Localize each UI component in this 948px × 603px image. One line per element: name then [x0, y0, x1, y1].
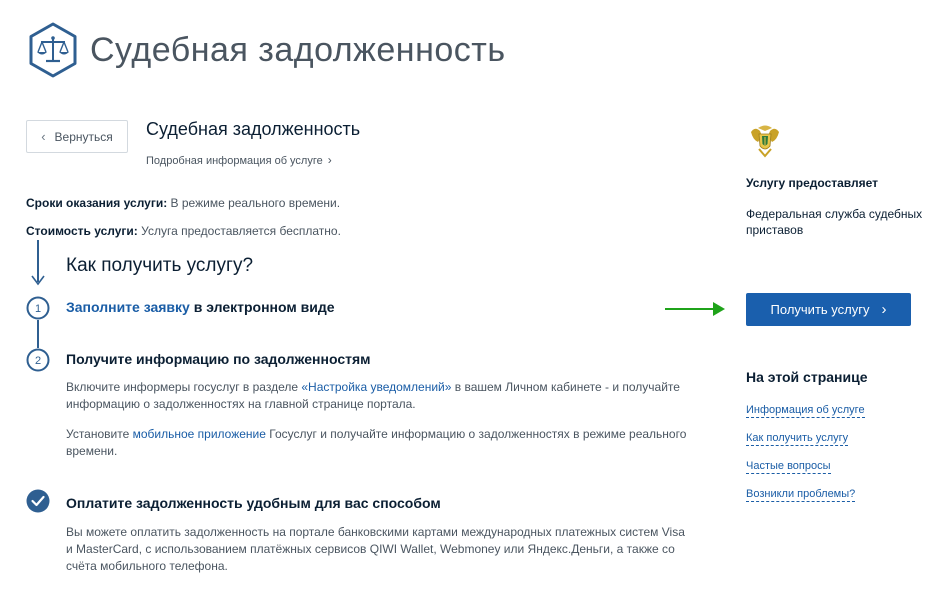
on-page-title: На этой странице	[746, 369, 868, 385]
step-3-title: Оплатите задолженность удобным для вас с…	[66, 495, 441, 511]
provider-name: Федеральная служба судебных приставов	[746, 207, 923, 237]
step-3-line2: и MasterCard, с использованием платёжных…	[66, 542, 675, 556]
back-button-label: Вернуться	[54, 129, 113, 144]
on-page-link-faq[interactable]: Частые вопросы	[746, 460, 831, 474]
step-2-p1-line2: информацию о задолженностях на главной с…	[66, 397, 416, 411]
notification-settings-link[interactable]: «Настройка уведомлений»	[301, 380, 451, 394]
chevron-right-icon: ›	[881, 301, 887, 318]
step-1-title-rest: в электронном виде	[189, 299, 335, 315]
arrow-right-icon	[665, 302, 725, 316]
on-page-link-problems[interactable]: Возникли проблемы?	[746, 488, 856, 502]
step-3-paragraph: Вы можете оплатить задолженность на порт…	[66, 524, 696, 575]
on-page-link-info[interactable]: Информация об услуге	[746, 404, 865, 418]
scales-icon	[29, 22, 77, 78]
chevron-right-icon: ›	[327, 153, 332, 167]
step-3-line1: Вы можете оплатить задолженность на порт…	[66, 525, 685, 539]
back-button[interactable]: ‹ Вернуться	[26, 120, 128, 153]
fssp-emblem-icon	[751, 125, 779, 158]
get-service-label: Получить услугу	[770, 302, 870, 317]
fill-application-link[interactable]: Заполните заявку	[66, 299, 190, 315]
check-icon	[26, 489, 50, 513]
step-2-marker: 2	[26, 348, 50, 372]
get-service-button[interactable]: Получить услугу ›	[746, 293, 911, 326]
step-2-p1-text: Включите информеры госуслуг в разделе	[66, 380, 302, 394]
service-cost-label: Стоимость услуги:	[26, 224, 138, 238]
steps-timeline: 1 2	[26, 240, 50, 513]
step-1-number: 1	[35, 303, 41, 315]
step-2-p1-text-after: в вашем Личном кабинете - и получайте	[451, 380, 680, 394]
step-2-p2-text-after: Госуслуг и получайте информацию о задолж…	[265, 427, 687, 441]
step-2-p2-line2: времени.	[66, 444, 118, 458]
chevron-left-icon: ‹	[41, 129, 46, 144]
on-page-link-how[interactable]: Как получить услугу	[746, 432, 849, 446]
step-2-title: Получите информацию по задолженностям	[66, 351, 371, 367]
service-info-label: Подробная информация об услуге	[146, 155, 323, 167]
service-title: Судебная задолженность	[146, 119, 361, 139]
step-2-paragraph-2: Установите мобильное приложение Госуслуг…	[66, 426, 696, 460]
how-to-title: Как получить услугу?	[66, 255, 254, 276]
service-cost: Стоимость услуги: Услуга предоставляется…	[26, 224, 341, 238]
step-2-paragraph-1: Включите информеры госуслуг в разделе «Н…	[66, 379, 696, 413]
mobile-app-link[interactable]: мобильное приложение	[133, 427, 266, 441]
step-1-title: Заполните заявку в электронном виде	[66, 299, 335, 315]
service-info-link[interactable]: Подробная информация об услуге ›	[146, 153, 332, 167]
page-title: Судебная задолженность	[90, 30, 506, 69]
page-header: Судебная задолженность	[24, 20, 506, 80]
step-2-number: 2	[35, 355, 41, 367]
service-time-value: В режиме реального времени.	[170, 196, 341, 210]
service-cost-value: Услуга предоставляется бесплатно.	[141, 224, 341, 238]
step-1-marker: 1	[26, 296, 50, 320]
provider-heading: Услугу предоставляет	[746, 176, 879, 190]
step-2-p2-text: Установите	[66, 427, 133, 441]
service-time: Сроки оказания услуги: В режиме реальног…	[26, 196, 340, 210]
service-time-label: Сроки оказания услуги:	[26, 196, 168, 210]
step-3-line3: счёта мобильного телефона.	[66, 559, 228, 573]
